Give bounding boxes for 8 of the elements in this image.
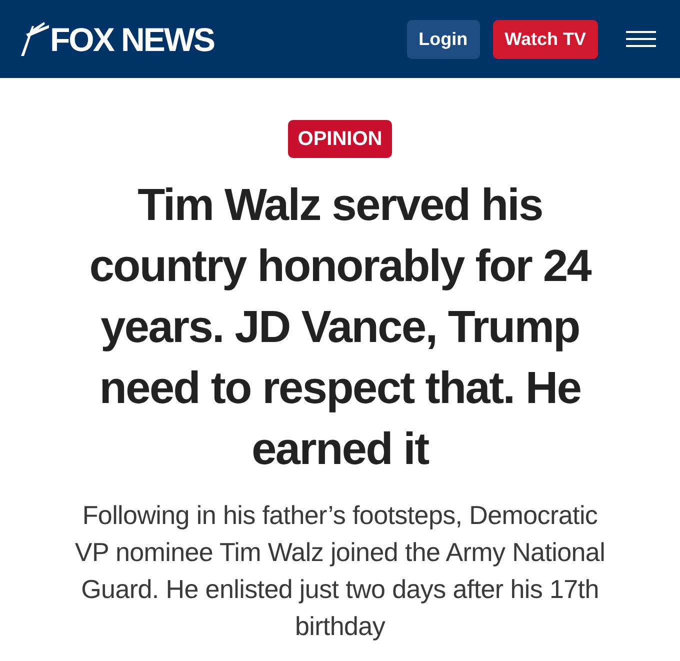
- article-summary: Following in his father’s footsteps, Democratic VP nominee Tim Walz joined the Army National Guard. He enlisted just two days after his 17th birthday: [74, 499, 606, 643]
- login-button[interactable]: Login: [406, 20, 480, 58]
- spotlight-icon: [20, 22, 50, 56]
- logo-wordmark[interactable]: FOX NEWS: [50, 22, 214, 56]
- opinion-badge[interactable]: OPINION: [288, 120, 392, 158]
- menu-icon[interactable]: [626, 31, 656, 47]
- headline: Tim Walz served his country honorably for 24 years. JD Vance, Trump need to respect that. He earned it: [88, 178, 592, 476]
- watch-button[interactable]: Watch TV: [492, 20, 598, 58]
